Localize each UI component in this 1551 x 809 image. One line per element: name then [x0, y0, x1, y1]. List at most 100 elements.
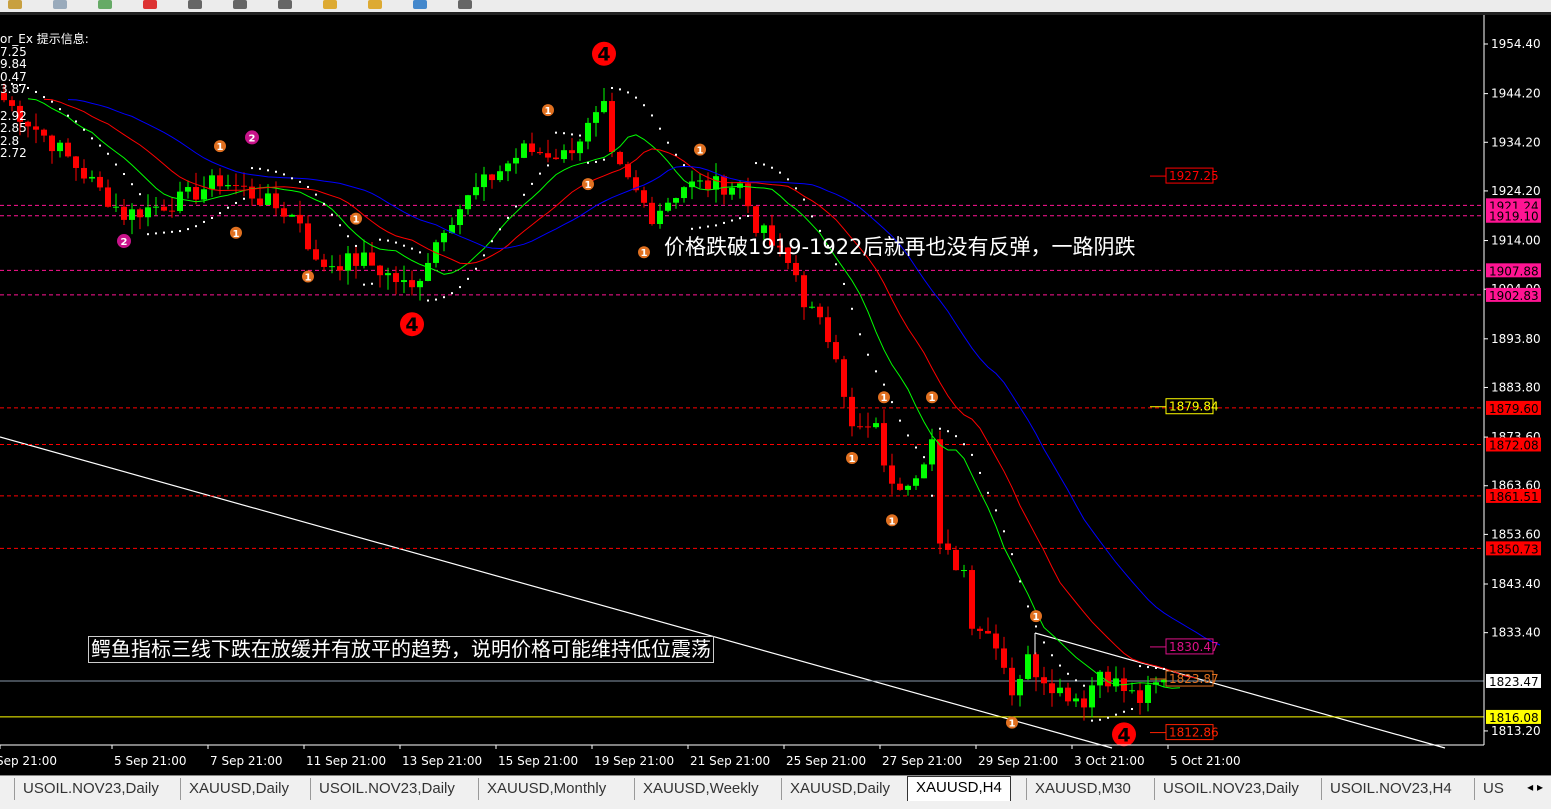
- tab-usoil-nov23-daily[interactable]: USOIL.NOV23,Daily: [1154, 778, 1307, 800]
- candle-body: [569, 150, 575, 154]
- sar-dot: [835, 263, 837, 266]
- candle: [913, 475, 919, 490]
- price-tick-label: 1813.20: [1491, 724, 1541, 738]
- candle: [953, 545, 959, 571]
- crosshair-icon[interactable]: [188, 0, 202, 9]
- candle-body: [721, 176, 727, 195]
- sar-dot: [523, 193, 525, 196]
- price-tick-label: 1833.40: [1491, 626, 1541, 640]
- candle: [1049, 669, 1055, 707]
- sar-dot: [675, 153, 677, 156]
- tab-us[interactable]: US: [1474, 778, 1512, 800]
- candle: [1065, 682, 1071, 706]
- chart-icon[interactable]: [458, 0, 472, 9]
- candle-body: [153, 206, 159, 208]
- sar-dot: [883, 383, 885, 386]
- price-tick-label: 1914.00: [1491, 234, 1541, 248]
- autotrading-icon[interactable]: [143, 0, 157, 9]
- save-icon[interactable]: [53, 0, 67, 9]
- candle: [385, 267, 391, 290]
- candle: [585, 117, 591, 150]
- chart-tabs: ◂ ▸ USOIL.NOV23,Daily XAUUSD,Daily USOIL.N…: [0, 775, 1551, 809]
- candle: [897, 477, 903, 491]
- sar-dot: [563, 132, 565, 135]
- wave-marker-1: 1: [926, 391, 938, 404]
- sar-dot: [451, 292, 453, 295]
- info-value: 2.85: [0, 121, 27, 135]
- candle: [97, 171, 103, 191]
- sar-dot: [243, 197, 245, 200]
- candle-body: [657, 210, 663, 225]
- sar-dot: [603, 158, 605, 161]
- sar-dot: [499, 228, 501, 231]
- wave-marker-label: 1: [1009, 719, 1016, 730]
- candle-body: [1057, 687, 1063, 694]
- candle-body: [393, 273, 399, 283]
- candle: [505, 160, 511, 182]
- candle: [561, 144, 567, 163]
- candle: [1137, 682, 1143, 715]
- tile-icon[interactable]: [323, 0, 337, 9]
- price-tag-label: 1830.47: [1169, 640, 1219, 654]
- tab-usoil-nov23-daily[interactable]: USOIL.NOV23,Daily: [310, 778, 463, 800]
- profiles-icon[interactable]: [98, 0, 112, 9]
- tab-usoil-nov23-daily[interactable]: USOIL.NOV23,Daily: [14, 778, 167, 800]
- sar-dot: [355, 244, 357, 247]
- sar-dot: [387, 239, 389, 242]
- tab-xauusd-monthly[interactable]: XAUUSD,Monthly: [478, 778, 614, 800]
- sar-dot: [467, 277, 469, 280]
- wave-marker-1: 1: [542, 104, 554, 117]
- sar-dot: [483, 254, 485, 257]
- price-level-text: 1861.51: [1489, 490, 1539, 504]
- price-level-text: 1907.88: [1489, 264, 1539, 278]
- sar-dot: [1155, 667, 1157, 670]
- candle: [593, 106, 599, 137]
- candle-body: [361, 252, 367, 266]
- candle-body: [217, 175, 223, 187]
- tab-xauusd-daily[interactable]: XAUUSD,Daily: [781, 778, 898, 800]
- wave-marker-1: 1: [886, 514, 898, 527]
- candle: [113, 193, 119, 212]
- tab-xauusd-m30[interactable]: XAUUSD,M30: [1026, 778, 1139, 800]
- tab-xauusd-weekly[interactable]: XAUUSD,Weekly: [634, 778, 767, 800]
- candle-body: [841, 359, 847, 397]
- candle: [673, 197, 679, 209]
- candle-body: [337, 266, 343, 271]
- candle-body: [465, 195, 471, 210]
- candle-body: [1081, 698, 1087, 708]
- wave-marker-label: 1: [697, 146, 704, 157]
- sar-dot: [803, 198, 805, 201]
- sar-dot: [635, 96, 637, 99]
- zoom-in-icon[interactable]: [233, 0, 247, 9]
- sar-dot: [107, 152, 109, 155]
- chart-window[interactable]: 4 4 4 2 2 1 1 1 1 1 1 1 1 1 1 1 1 1 1 1927.25 1879.84 1830.47…: [0, 15, 1551, 775]
- zoom-out-icon[interactable]: [278, 0, 292, 9]
- candle-body: [729, 187, 735, 195]
- sar-dot: [571, 133, 573, 136]
- candle-body: [193, 187, 199, 200]
- new-order-icon[interactable]: [368, 0, 382, 9]
- candle: [209, 169, 215, 197]
- sar-dot: [1083, 684, 1085, 687]
- sar-dot: [1011, 553, 1013, 556]
- history-icon[interactable]: [413, 0, 427, 9]
- open-icon[interactable]: [8, 0, 22, 9]
- sar-dot: [235, 201, 237, 204]
- tab-scroll-arrows[interactable]: ◂ ▸: [1527, 780, 1543, 794]
- sar-dot: [395, 241, 397, 244]
- tab-xauusd-daily[interactable]: XAUUSD,Daily: [180, 778, 297, 800]
- sar-dot: [123, 173, 125, 176]
- candle: [513, 148, 519, 174]
- sar-dot: [219, 212, 221, 215]
- candle: [465, 194, 471, 215]
- tab-xauusd-h4[interactable]: XAUUSD,H4: [907, 776, 1011, 801]
- candle-body: [601, 101, 607, 113]
- candle-body: [409, 280, 415, 288]
- annotation-breakdown: 价格跌破1919-1922后就再也没有反弹，一路阴跌: [664, 235, 1136, 259]
- trendline: [0, 436, 1113, 749]
- wave-marker-label: 2: [121, 237, 128, 248]
- sar-dot: [299, 180, 301, 183]
- tab-usoil-nov23-h4[interactable]: USOIL.NOV23,H4: [1321, 778, 1460, 800]
- candle: [305, 215, 311, 251]
- sar-dot: [627, 91, 629, 94]
